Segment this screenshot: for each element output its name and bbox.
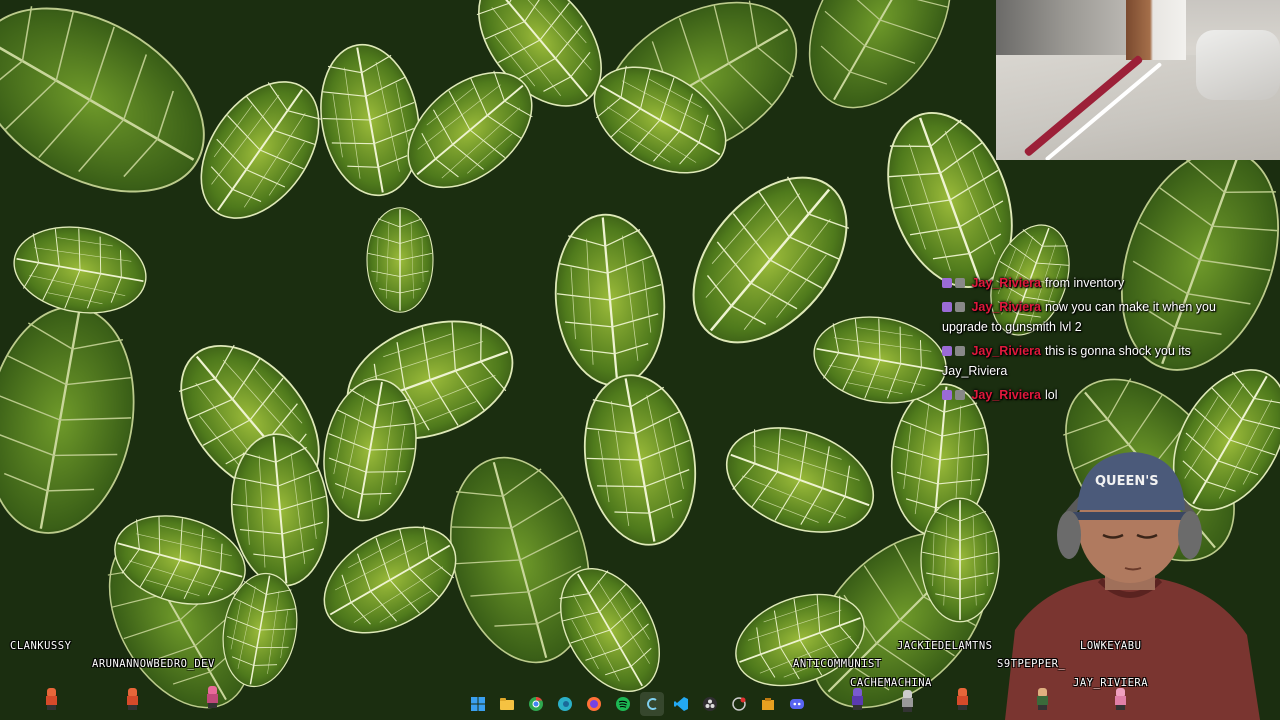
windows-start-icon[interactable] bbox=[466, 692, 490, 716]
room-door bbox=[1126, 0, 1186, 60]
subscriber-badge-icon bbox=[942, 346, 952, 356]
chat-text: from inventory bbox=[1045, 276, 1125, 290]
chatter-avatar-sprite bbox=[1113, 688, 1127, 710]
svg-text:QUEEN'S: QUEEN'S bbox=[1095, 474, 1159, 489]
chatter-avatar-sprite bbox=[1035, 688, 1049, 710]
chat-username: Jay_Riviera bbox=[971, 388, 1041, 402]
chat-message: Jay_Riviera from inventory bbox=[942, 273, 1242, 293]
chatter-name: CLANKUSSY bbox=[10, 640, 72, 652]
vscode-icon[interactable] bbox=[669, 692, 693, 716]
subscriber-badge-icon bbox=[942, 390, 952, 400]
chatter-avatar-sprite bbox=[850, 688, 864, 710]
subscriber-badge-icon bbox=[942, 302, 952, 312]
bits-badge-icon bbox=[955, 302, 965, 312]
file-explorer-icon[interactable] bbox=[495, 692, 519, 716]
bits-badge-icon bbox=[955, 278, 965, 288]
app-c-icon[interactable] bbox=[640, 692, 664, 716]
subscriber-badge-icon bbox=[942, 278, 952, 288]
room-camera-feed bbox=[996, 0, 1280, 160]
chatter-avatar-sprite bbox=[44, 688, 58, 710]
chatter-avatar-sprite bbox=[900, 690, 914, 712]
bits-badge-icon bbox=[955, 390, 965, 400]
chatter-name: ANTICOMMUNIST bbox=[793, 658, 882, 670]
edge-icon[interactable] bbox=[553, 692, 577, 716]
folder-icon[interactable] bbox=[756, 692, 780, 716]
chat-username: Jay_Riviera bbox=[971, 276, 1041, 290]
chat-username: Jay_Riviera bbox=[971, 344, 1041, 358]
chrome-icon[interactable] bbox=[524, 692, 548, 716]
discord-icon[interactable] bbox=[785, 692, 809, 716]
recorder-icon[interactable] bbox=[727, 692, 751, 716]
chat-username: Jay_Riviera bbox=[971, 300, 1041, 314]
chat-text: lol bbox=[1045, 388, 1058, 402]
chatter-name: JAY_RIVIERA bbox=[1073, 677, 1149, 689]
taskbar bbox=[466, 692, 809, 716]
chat-message: Jay_Riviera now you can make it when you … bbox=[942, 297, 1242, 337]
obs-icon[interactable] bbox=[698, 692, 722, 716]
chatter-name: LOWKEYABU bbox=[1080, 640, 1142, 652]
chatter-avatar-sprite bbox=[125, 688, 139, 710]
chatter-name: S9TPEPPER_ bbox=[997, 658, 1066, 670]
chatter-name: JACKIEDELAMTNS bbox=[897, 640, 993, 652]
chat-overlay: Jay_Riviera from inventory Jay_Riviera now… bbox=[942, 273, 1242, 409]
room-pillow bbox=[1196, 30, 1280, 100]
firefox-icon[interactable] bbox=[582, 692, 606, 716]
chatter-name: ARUNANNOWBEDRO_DEV bbox=[92, 658, 215, 670]
chatter-avatar-sprite bbox=[205, 686, 219, 708]
chatter-avatar-sprite bbox=[955, 688, 969, 710]
chat-message: Jay_Riviera lol bbox=[942, 385, 1242, 405]
bits-badge-icon bbox=[955, 346, 965, 356]
spotify-icon[interactable] bbox=[611, 692, 635, 716]
chat-message: Jay_Riviera this is gonna shock you its J… bbox=[942, 341, 1242, 381]
